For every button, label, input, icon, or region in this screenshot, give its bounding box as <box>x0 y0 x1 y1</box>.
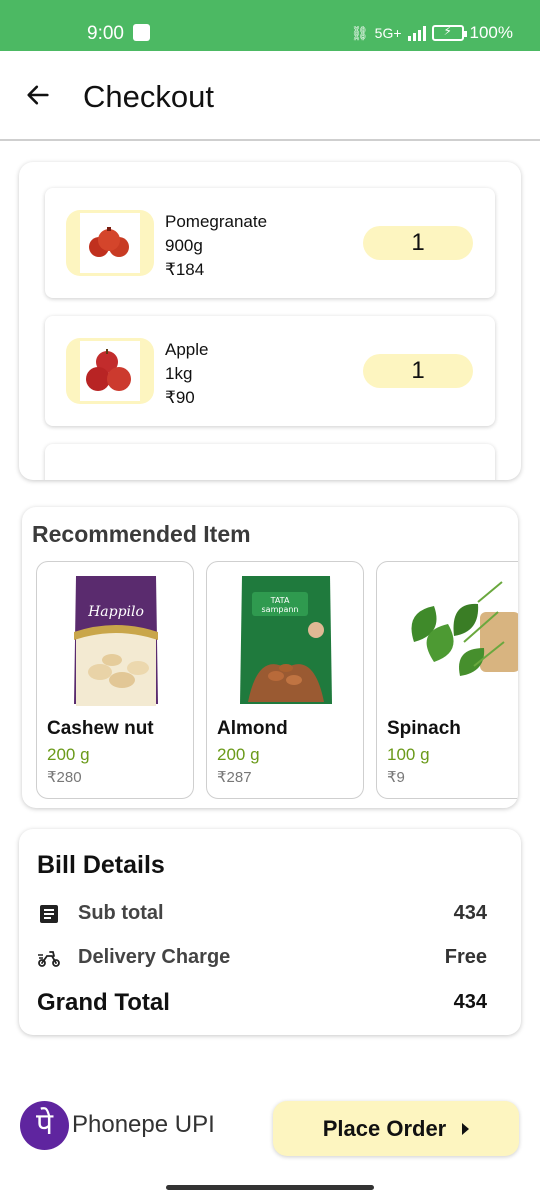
product-image: Happilo <box>51 570 181 710</box>
back-arrow-icon[interactable] <box>24 81 52 109</box>
product-image: TATA sampann <box>221 570 351 710</box>
product-price: ₹287 <box>217 769 252 786</box>
app-bar: Checkout <box>0 51 540 141</box>
cashew-pack-image: Happilo <box>74 576 158 706</box>
quantity-stepper[interactable]: 1 <box>363 226 473 260</box>
item-price: ₹90 <box>165 388 195 407</box>
grand-total-label: Grand Total <box>37 989 170 1016</box>
delivery-scooter-icon <box>38 951 60 967</box>
link-icon: ⛓ <box>350 24 369 41</box>
network-label: 5G+ <box>374 25 402 41</box>
item-thumbnail <box>66 338 154 404</box>
place-order-button[interactable]: Place Order <box>273 1101 519 1156</box>
grand-total-row: Grand Total 434 <box>37 989 487 1019</box>
brand-logo: TATA <box>270 596 290 605</box>
cart-item-pomegranate[interactable]: Pomegranate 900g ₹184 1 <box>45 188 495 298</box>
notification-icon <box>133 24 150 41</box>
subtotal-label: Sub total <box>78 902 164 924</box>
status-icons: ⛓ 5G+ ⚡ 100% <box>351 23 513 43</box>
cart-item-info: Pomegranate 900g ₹184 <box>165 210 267 282</box>
bill-details: Bill Details Sub total 434 Delivery Char… <box>19 829 521 1035</box>
product-weight: 200 g <box>217 745 260 764</box>
recommended-item-spinach[interactable]: Spinach 100 g ₹9 <box>376 561 518 799</box>
recommended-item-almond[interactable]: TATA sampann Almond 200 g ₹287 <box>206 561 364 799</box>
almond-pack-image: TATA sampann <box>240 576 332 704</box>
product-name: Cashew nut <box>47 718 154 739</box>
item-weight: 900g <box>165 236 203 255</box>
product-weight: 200 g <box>47 745 90 764</box>
battery-level: 100% <box>469 23 513 42</box>
recommended-item-cashew[interactable]: Happilo Cashew nut 200 g ₹280 <box>36 561 194 799</box>
product-name: Spinach <box>387 718 461 739</box>
recommended-title: Recommended Item <box>32 521 251 547</box>
grand-total-value: 434 <box>453 991 487 1013</box>
item-thumbnail <box>66 210 154 276</box>
subtotal-value: 434 <box>453 902 487 924</box>
caret-right-icon <box>462 1122 470 1135</box>
cart-item-info: Apple 1kg ₹90 <box>165 338 208 410</box>
product-name: Almond <box>217 718 288 739</box>
product-weight: 100 g <box>387 745 430 764</box>
pomegranate-image <box>89 227 129 257</box>
product-price: ₹9 <box>387 769 405 786</box>
quantity-stepper[interactable]: 1 <box>363 354 473 388</box>
product-image <box>391 570 518 710</box>
product-price: ₹280 <box>47 769 82 786</box>
delivery-row: Delivery Charge Free <box>37 943 487 973</box>
payment-method-label[interactable]: Phonepe UPI <box>72 1111 215 1139</box>
status-time: 9:00 <box>87 23 124 44</box>
spinach-image <box>411 581 518 676</box>
item-name: Pomegranate <box>165 212 268 231</box>
item-weight: 1kg <box>165 364 193 383</box>
svg-text:sampann: sampann <box>262 605 299 614</box>
item-price: ₹184 <box>165 260 205 279</box>
cart-list[interactable]: Pomegranate 900g ₹184 1 Apple 1kg ₹90 1 <box>19 162 521 480</box>
battery-icon: ⚡ <box>431 24 467 41</box>
apple-image <box>86 349 131 391</box>
cart-item-partial[interactable] <box>45 444 495 480</box>
subtotal-row: Sub total 434 <box>37 899 487 929</box>
page-title: Checkout <box>83 79 214 114</box>
signal-icon <box>407 25 426 41</box>
recommended-section: Recommended Item Happilo Cashew nut 200 … <box>22 507 518 808</box>
brand-logo: Happilo <box>87 604 144 620</box>
receipt-icon <box>40 905 58 923</box>
status-bar: 9:00 ⛓ 5G+ ⚡ 100% <box>0 0 540 51</box>
item-name: Apple <box>165 340 209 359</box>
phonepe-logo-icon[interactable]: पे <box>20 1101 69 1150</box>
place-order-label: Place Order <box>322 1115 447 1141</box>
bill-title: Bill Details <box>37 851 165 879</box>
home-indicator[interactable] <box>166 1185 374 1190</box>
delivery-label: Delivery Charge <box>78 946 231 968</box>
cart-item-apple[interactable]: Apple 1kg ₹90 1 <box>45 316 495 426</box>
delivery-value: Free <box>444 946 487 968</box>
